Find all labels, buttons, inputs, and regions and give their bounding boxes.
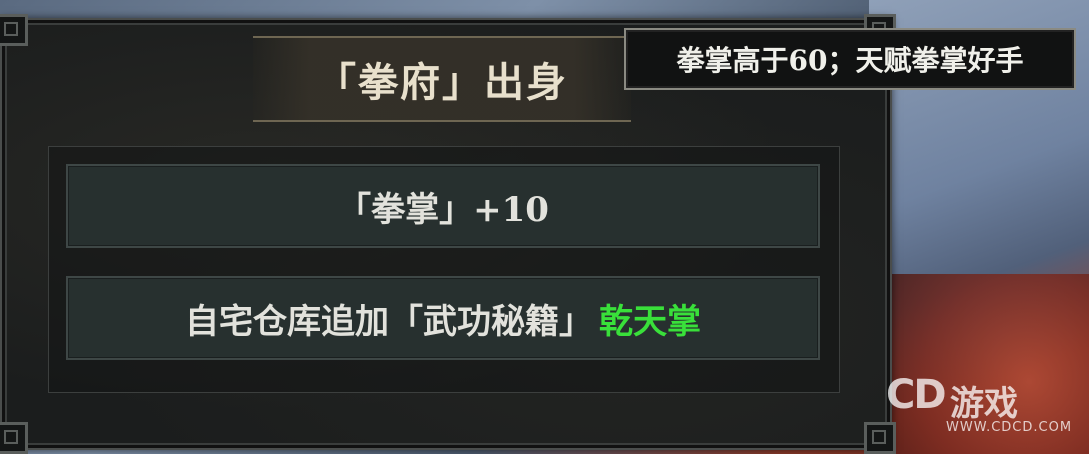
watermark-logo: CD xyxy=(886,372,947,418)
tooltip-text: 拳掌高于60；天赋拳掌好手 xyxy=(676,44,1024,77)
watermark-name: 游戏 xyxy=(950,384,1018,424)
watermark-url: WWW.CDCD.COM xyxy=(946,420,1073,435)
effect-text: 「拳掌」+10 xyxy=(337,189,549,230)
effect-text: 自宅仓库追加「武功秘籍」 xyxy=(185,301,593,342)
title-plate: 「拳府」出身 xyxy=(253,36,631,122)
corner-ornament-top-left xyxy=(0,14,28,46)
requirement-tooltip: 拳掌高于60；天赋拳掌好手 xyxy=(624,28,1076,90)
effect-row-item-bonus: 自宅仓库追加「武功秘籍」 乾天掌 xyxy=(66,276,820,360)
corner-ornament-bottom-left xyxy=(0,422,28,454)
effect-highlight-item: 乾天掌 xyxy=(599,301,701,342)
panel-title: 「拳府」出身 xyxy=(316,59,568,106)
effect-row-stat-bonus: 「拳掌」+10 xyxy=(66,164,820,248)
site-watermark: CD 游戏 WWW.CDCD.COM xyxy=(886,372,1076,442)
